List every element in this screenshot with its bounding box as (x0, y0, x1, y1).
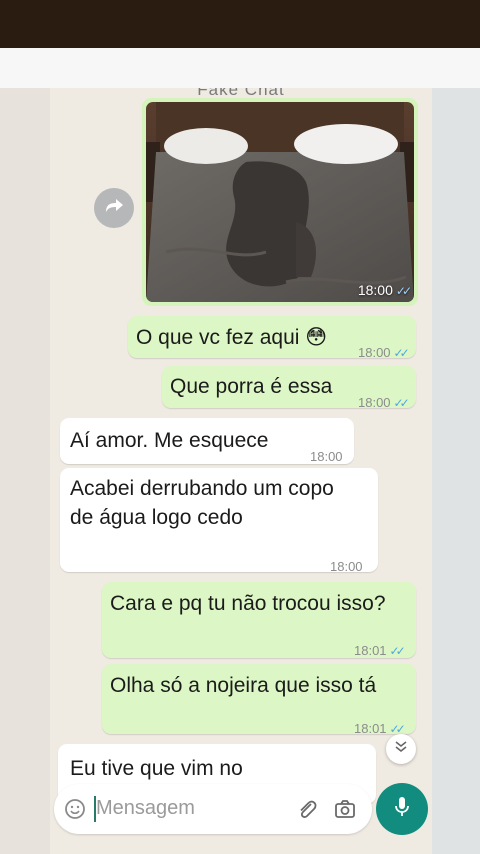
forward-icon (104, 198, 124, 219)
message-text: Cara e pq tu não trocou isso? (110, 592, 386, 615)
chat-area[interactable]: Fake Chat 18:00 ✓✓ O que vc fez aqui 😳 1… (50, 88, 432, 854)
message-text: Aí amor. Me esquece (70, 429, 269, 452)
message-timestamp: 18:01 ✓✓ (354, 643, 406, 658)
outgoing-message[interactable]: O que vc fez aqui 😳 18:00 ✓✓ (128, 316, 416, 360)
message-text: O que vc fez aqui 😳 (136, 326, 328, 349)
microphone-button[interactable] (376, 783, 428, 835)
message-composer[interactable]: Mensagem (54, 784, 372, 834)
photo-timestamp: 18:00 ✓✓ (357, 282, 412, 298)
outgoing-message[interactable]: Que porra é essa 18:00 ✓✓ (162, 366, 416, 410)
message-timestamp: 18:00 ✓✓ (358, 395, 410, 410)
bed-photo[interactable] (146, 102, 414, 302)
read-receipt-icon: ✓✓ (393, 396, 410, 410)
header-bar (0, 48, 480, 88)
microphone-icon (393, 795, 411, 824)
paperclip-icon[interactable] (296, 798, 318, 825)
scroll-to-bottom-button[interactable] (386, 734, 416, 764)
message-timestamp: 18:00 ✓✓ (358, 345, 410, 360)
message-timestamp: 18:00 (330, 559, 363, 574)
status-bar (0, 0, 480, 48)
message-input[interactable]: Mensagem (96, 797, 195, 820)
read-receipt-icon: ✓✓ (395, 284, 412, 298)
left-edge (0, 88, 50, 854)
message-text: Que porra é essa (170, 375, 333, 398)
right-edge (432, 88, 480, 854)
camera-icon[interactable] (334, 798, 356, 825)
incoming-message[interactable]: Acabei derrubando um copo de água logo c… (60, 468, 378, 574)
read-receipt-icon: ✓✓ (389, 644, 406, 658)
forward-button[interactable] (94, 188, 134, 228)
message-text: Eu tive que vim no (70, 757, 243, 780)
message-text: Acabei derrubando um copo de água logo c… (70, 477, 334, 529)
double-chevron-down-icon (394, 740, 408, 759)
outgoing-message[interactable]: Olha só a nojeira que isso tá 18:01 ✓✓ (102, 664, 416, 736)
message-text: Olha só a nojeira que isso tá (110, 674, 377, 697)
incoming-message[interactable]: Aí amor. Me esquece 18:00 (60, 418, 354, 464)
message-timestamp: 18:00 (310, 449, 343, 464)
outgoing-message[interactable]: Cara e pq tu não trocou isso? 18:01 ✓✓ (102, 582, 416, 658)
photo-message[interactable]: 18:00 ✓✓ (142, 98, 418, 306)
emoji-icon[interactable] (64, 798, 86, 825)
read-receipt-icon: ✓✓ (393, 346, 410, 360)
